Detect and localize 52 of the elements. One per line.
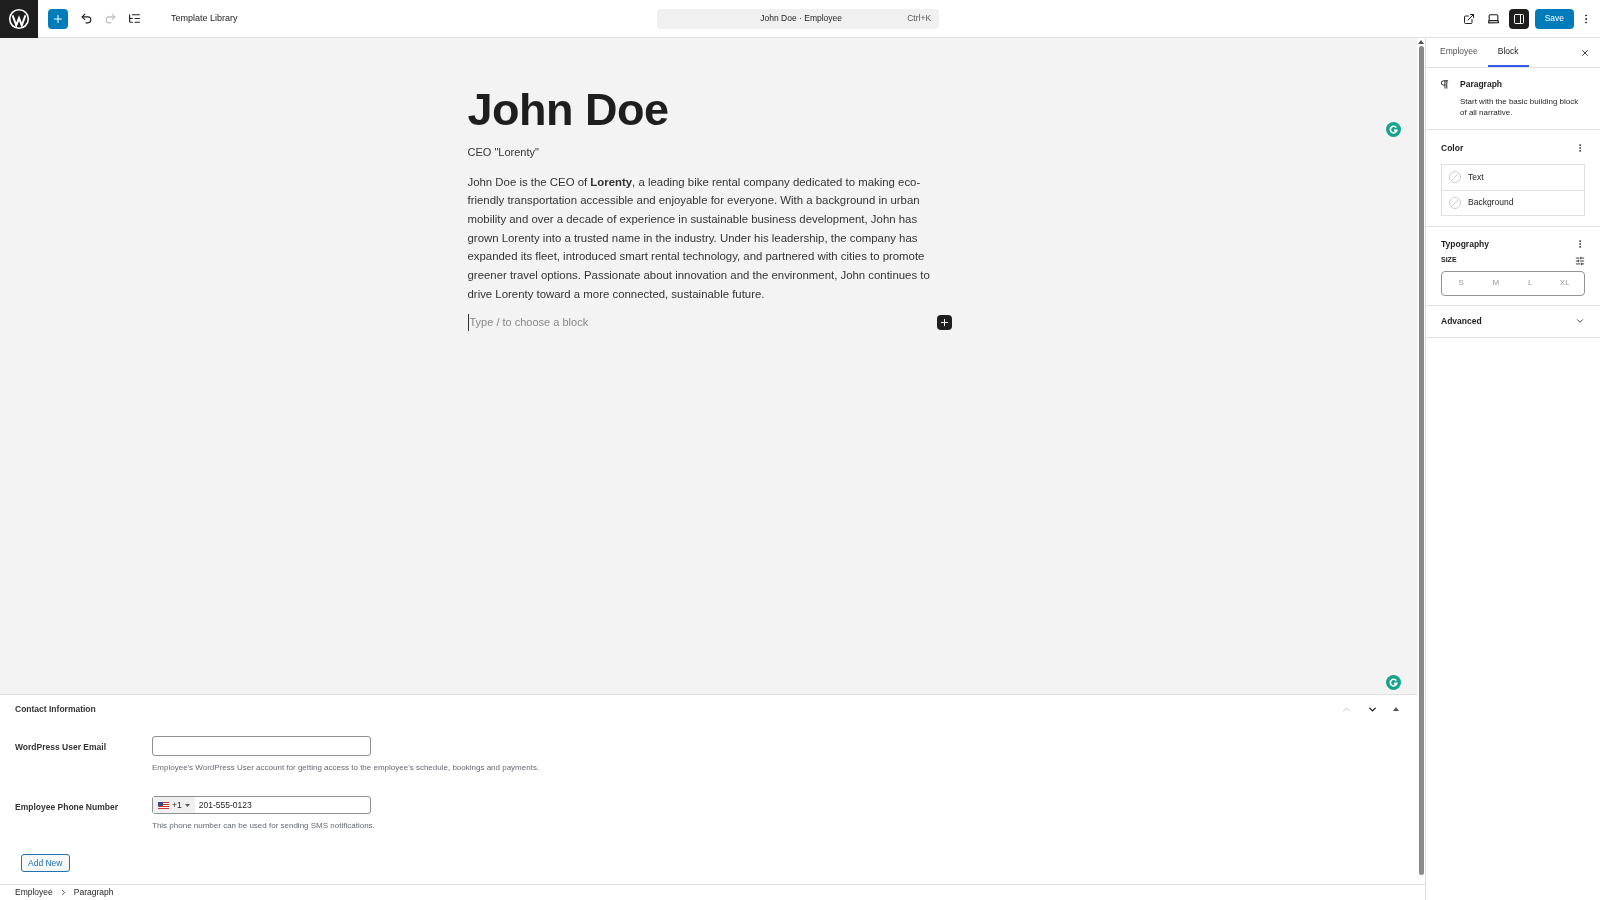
sidebar-icon bbox=[1512, 12, 1525, 25]
empty-swatch-icon bbox=[1449, 196, 1461, 209]
swirl-icon[interactable] bbox=[1386, 675, 1401, 690]
bio-paragraph[interactable]: John Doe is the CEO of Lorenty, a leading bike rental company dedicated to making eco-friendly transportation accessible and enjoyable for everyone. With a background in urban mobility and over a decade of experience in sustainable business development, John has grown Lorenty into a trusted name in the industry. Under his leadership, the company has expanded its fleet, introduced smart rental technology, and partnered with cities to promote greener travel options. Passionate about innovation and the environment, John continues to drive Lorenty toward a more connected, sustainable future. bbox=[467, 172, 944, 304]
phone-field[interactable]: +1 201-555-0123 bbox=[152, 796, 371, 814]
empty-swatch-icon bbox=[1449, 171, 1461, 183]
plus-icon bbox=[52, 12, 64, 25]
command-bar[interactable]: John Doe · Employee Ctrl+K bbox=[657, 8, 940, 29]
custom-size-button[interactable] bbox=[1575, 255, 1585, 266]
undo-icon bbox=[79, 12, 93, 25]
section-title: Typography bbox=[1441, 237, 1490, 251]
post-title[interactable]: John Doe bbox=[467, 84, 944, 136]
dial-code: +1 bbox=[172, 798, 182, 812]
sliders-icon bbox=[1575, 255, 1585, 266]
swirl-icon[interactable] bbox=[1386, 122, 1401, 137]
add-new-button[interactable]: Add New bbox=[21, 854, 70, 872]
paragraph-icon bbox=[1439, 79, 1450, 90]
color-item[interactable]: Text bbox=[1442, 164, 1584, 190]
country-selector[interactable]: +1 bbox=[153, 797, 195, 813]
color-item[interactable]: Background bbox=[1442, 189, 1584, 215]
phone-value: 201-555-0123 bbox=[197, 798, 252, 812]
wordpress-logo[interactable] bbox=[0, 0, 38, 38]
email-field[interactable] bbox=[152, 736, 371, 756]
subtitle-paragraph[interactable]: CEO "Lorenty" bbox=[467, 144, 944, 161]
panel-title: Contact Information bbox=[15, 702, 97, 716]
scroll-up-arrow-icon[interactable] bbox=[1418, 39, 1424, 45]
section-title: Color bbox=[1441, 141, 1465, 155]
close-icon bbox=[1580, 47, 1590, 58]
block-description: Start with the basic building block of all narrative. bbox=[1460, 95, 1580, 118]
document-title: Template Library bbox=[171, 11, 238, 25]
field-label: WordPress User Email bbox=[15, 741, 108, 754]
triangle-icon bbox=[1393, 707, 1399, 711]
flag-icon bbox=[158, 801, 169, 809]
field-help: This phone number can be used for sending SMS notifications. bbox=[152, 820, 375, 832]
sidebar-tab[interactable]: Block bbox=[1487, 38, 1529, 67]
field-help: Employee's WordPress User account for getting access to the employee's schedule, bookings and payments. bbox=[152, 762, 540, 774]
caret-icon bbox=[184, 803, 190, 807]
advanced-panel-toggle[interactable]: Advanced bbox=[1426, 305, 1600, 338]
field-label: Employee Phone Number bbox=[15, 801, 119, 814]
block-name: Paragraph bbox=[1460, 78, 1504, 91]
redo-icon bbox=[103, 12, 117, 25]
plus-icon bbox=[938, 317, 950, 329]
external-link-icon bbox=[1462, 12, 1475, 25]
laptop-icon bbox=[1487, 12, 1501, 25]
wordpress-icon bbox=[8, 7, 30, 30]
add-block-button[interactable] bbox=[936, 315, 952, 331]
breadcrumb[interactable]: Employee bbox=[15, 886, 53, 899]
breadcrumb[interactable]: Paragraph bbox=[73, 886, 114, 899]
list-view-icon bbox=[127, 12, 141, 25]
sidebar-tab[interactable]: Employee bbox=[1430, 38, 1488, 67]
settings-button[interactable] bbox=[1508, 8, 1529, 29]
save-button[interactable]: Save bbox=[1534, 8, 1574, 29]
